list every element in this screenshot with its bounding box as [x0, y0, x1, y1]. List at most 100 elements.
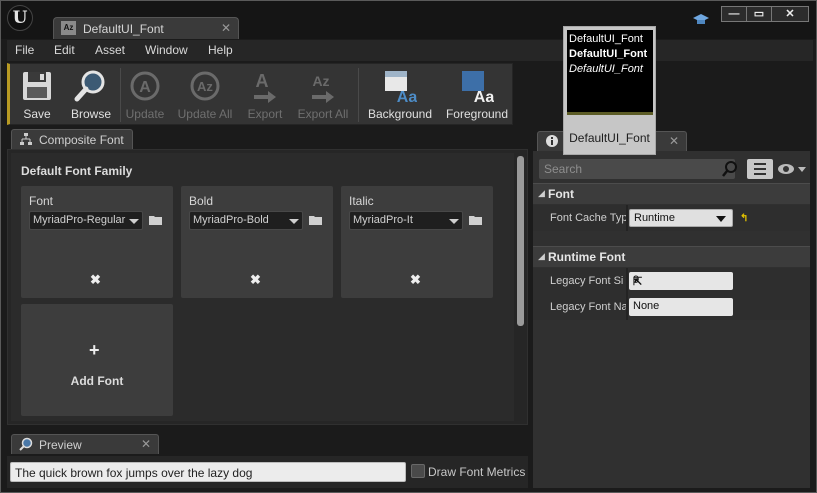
learn-cap-icon[interactable]: [693, 13, 709, 27]
foreground-color-icon: Aa: [460, 69, 494, 106]
font-category-title: Font: [548, 187, 574, 201]
preview-text-value: The quick brown fox jumps over the lazy …: [15, 466, 253, 480]
reset-to-default-icon[interactable]: ↰: [740, 213, 748, 224]
legacy-font-name-row: Legacy Font Na None: [533, 294, 810, 320]
update-all-icon: Az: [188, 69, 222, 103]
save-button[interactable]: Save: [12, 64, 62, 124]
document-tab[interactable]: Az DefaultUI_Font ✕: [53, 17, 239, 39]
background-button[interactable]: Aa Background: [362, 64, 438, 124]
search-icon[interactable]: [721, 160, 739, 178]
info-icon: [545, 134, 559, 148]
chevron-down-icon: [129, 219, 139, 224]
draw-font-metrics-label: Draw Font Metrics: [428, 465, 526, 479]
svg-text:Az: Az: [312, 73, 329, 89]
editor-window: U Az DefaultUI_Font ✕ — ▭ ✕ File Edit As…: [0, 0, 817, 493]
font-cache-dropdown[interactable]: Runtime: [629, 209, 733, 227]
remove-font-icon[interactable]: ✖: [90, 272, 101, 288]
add-font-button[interactable]: + Add Font: [21, 304, 173, 416]
close-icon[interactable]: ✕: [669, 134, 679, 148]
preview-text-input[interactable]: The quick brown fox jumps over the lazy …: [10, 462, 406, 482]
update-all-button[interactable]: Az Update All: [172, 64, 238, 124]
svg-text:A: A: [256, 71, 269, 91]
export-button[interactable]: A Export: [242, 64, 288, 124]
close-icon[interactable]: ✕: [221, 21, 231, 35]
folder-icon[interactable]: [309, 214, 323, 226]
export-all-button[interactable]: Az Export All: [292, 64, 354, 124]
bold-slot-combo[interactable]: MyriadPro-Bold: [189, 211, 303, 230]
update-label: Update: [125, 107, 165, 121]
font-preview-tooltip: DefaultUI_Font DefaultUI_Font DefaultUI_…: [563, 26, 656, 155]
runtime-font-category-header[interactable]: ◢ Runtime Font: [533, 246, 810, 267]
font-cache-row: Font Cache Typ Runtime ↰: [533, 205, 810, 231]
legacy-font-name-label: Legacy Font Na: [550, 301, 626, 313]
font-slot-combo[interactable]: MyriadPro-Regular: [29, 211, 143, 230]
add-font-label: Add Font: [70, 374, 124, 388]
hierarchy-icon: [19, 132, 33, 146]
tooltip-italic-sample: DefaultUI_Font: [569, 63, 643, 75]
folder-icon[interactable]: [469, 214, 483, 226]
composite-font-panel: Default Font Family Font MyriadPro-Regul…: [7, 149, 528, 425]
document-tab-title: DefaultUI_Font: [83, 22, 164, 36]
legacy-font-name-field[interactable]: None: [629, 298, 733, 316]
menu-edit[interactable]: Edit: [54, 43, 75, 57]
search-input[interactable]: Search: [539, 159, 735, 179]
background-color-icon: Aa: [383, 69, 417, 106]
update-button[interactable]: A Update: [122, 64, 168, 124]
svg-text:Az: Az: [197, 79, 213, 94]
svg-text:Aa: Aa: [474, 89, 494, 103]
draw-font-metrics-checkbox[interactable]: [411, 464, 425, 478]
update-all-label: Update All: [177, 107, 233, 121]
column-divider[interactable]: [626, 205, 628, 231]
eye-icon[interactable]: [777, 162, 807, 176]
export-icon: A: [248, 69, 282, 103]
maximize-button[interactable]: ▭: [746, 6, 772, 22]
plus-icon: +: [89, 340, 100, 360]
view-options-icon[interactable]: [747, 159, 773, 179]
tooltip-asset-name: DefaultUI_Font: [569, 131, 650, 145]
bold-slot-value: MyriadPro-Bold: [193, 214, 269, 226]
close-icon[interactable]: ✕: [141, 437, 151, 451]
foreground-button[interactable]: Aa Foreground: [442, 64, 512, 124]
italic-slot-value: MyriadPro-It: [353, 214, 413, 226]
close-window-button[interactable]: ✕: [771, 6, 809, 22]
remove-font-icon[interactable]: ✖: [410, 272, 421, 288]
legacy-font-size-field[interactable]: 9 ⇱: [629, 272, 733, 290]
unreal-logo-icon[interactable]: U: [7, 5, 33, 31]
magnifier-icon: [74, 69, 108, 103]
scrollbar[interactable]: [517, 156, 524, 326]
minimize-button[interactable]: —: [721, 6, 747, 22]
font-category-header[interactable]: ◢ Font: [533, 183, 810, 204]
menu-window[interactable]: Window: [145, 43, 188, 57]
browse-label: Browse: [70, 107, 111, 121]
remove-font-icon[interactable]: ✖: [250, 272, 261, 288]
menu-asset[interactable]: Asset: [95, 43, 125, 57]
menu-file[interactable]: File: [15, 43, 34, 57]
chevron-down-icon: [289, 219, 299, 224]
menu-bar: File Edit Asset Window Help: [7, 40, 813, 61]
collapse-triangle-icon: ◢: [538, 251, 545, 261]
tooltip-divider: [567, 112, 653, 115]
bold-slot-label: Bold: [189, 194, 214, 208]
font-slot-label: Font: [29, 194, 54, 208]
italic-slot-combo[interactable]: MyriadPro-It: [349, 211, 463, 230]
update-icon: A: [128, 69, 162, 103]
folder-icon[interactable]: [149, 214, 163, 226]
tooltip-font-preview: DefaultUI_Font DefaultUI_Font DefaultUI_…: [567, 30, 653, 114]
composite-tab-title: Composite Font: [39, 133, 124, 147]
italic-slot-card: Italic MyriadPro-It ✖: [341, 186, 493, 298]
column-divider[interactable]: [626, 268, 628, 294]
tooltip-regular-sample: DefaultUI_Font: [569, 33, 643, 45]
export-all-icon: Az: [306, 69, 340, 103]
foreground-label: Foreground: [445, 107, 509, 121]
tab-preview[interactable]: Preview ✕: [11, 434, 159, 454]
export-label: Export: [247, 107, 283, 121]
tab-composite-font[interactable]: Composite Font: [11, 129, 133, 149]
preview-magnifier-icon: [19, 437, 33, 451]
export-all-label: Export All: [297, 107, 349, 121]
browse-button[interactable]: Browse: [65, 64, 117, 124]
menu-help[interactable]: Help: [208, 43, 233, 57]
collapse-triangle-icon: ◢: [538, 188, 545, 198]
resize-grip-icon: ⇱: [633, 276, 643, 288]
column-divider[interactable]: [626, 294, 628, 320]
font-slot-card: Font MyriadPro-Regular ✖: [21, 186, 173, 298]
